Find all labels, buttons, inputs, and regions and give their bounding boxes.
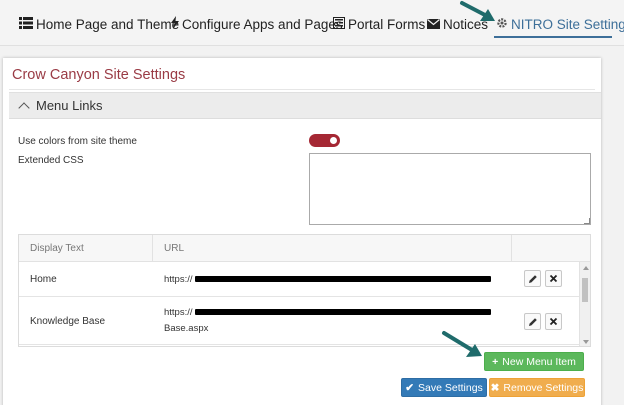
- tab-portal-forms[interactable]: Portal Forms: [333, 14, 425, 34]
- button-label: Remove Settings: [503, 381, 584, 394]
- button-label: New Menu Item: [502, 355, 576, 368]
- toggle-knob: [330, 137, 337, 144]
- list-icon: [19, 16, 33, 32]
- close-icon: ✖: [490, 381, 500, 394]
- tab-label: Portal Forms: [348, 16, 426, 32]
- row-url-continuation: Base.aspx: [164, 323, 209, 334]
- tab-home-page-and-theme[interactable]: Home Page and Theme: [19, 14, 179, 34]
- table-header: Display Text URL: [19, 235, 590, 262]
- row-url: https://: [164, 307, 491, 318]
- table-row: Home https://: [19, 262, 579, 297]
- resize-grip-icon[interactable]: [584, 218, 590, 224]
- pencil-icon: [528, 317, 537, 326]
- tab-label: Home Page and Theme: [36, 16, 180, 32]
- chevron-up-icon: [18, 101, 30, 114]
- button-label: Save Settings: [418, 381, 483, 394]
- panel-title: Crow Canyon Site Settings: [12, 67, 186, 83]
- row-display-text: Home: [30, 274, 57, 285]
- tab-nitro-site-settings[interactable]: NITRO Site Settings: [496, 14, 624, 34]
- row-url-text: https://: [164, 307, 193, 318]
- tab-label: NITRO Site Settings: [511, 16, 624, 32]
- active-tab-underline: [494, 36, 612, 38]
- edit-button[interactable]: [524, 313, 541, 330]
- column-divider: [152, 235, 153, 262]
- table-row: Knowledge Base https:// Base.aspx: [19, 297, 579, 345]
- row-url: https://: [164, 274, 491, 285]
- menu-links-section-header[interactable]: Menu Links: [9, 92, 601, 119]
- menu-links-table: Display Text URL Home https:// Knowledge…: [18, 234, 591, 347]
- tab-notices[interactable]: Notices: [427, 14, 488, 34]
- close-icon: [549, 317, 558, 326]
- pencil-icon: [528, 274, 537, 283]
- row-url-text: https://: [164, 274, 193, 285]
- scroll-down-icon[interactable]: [583, 340, 589, 344]
- divider: [9, 89, 595, 90]
- row-display-text: Knowledge Base: [30, 316, 106, 327]
- extended-css-label: Extended CSS: [18, 155, 84, 166]
- scroll-up-icon[interactable]: [583, 266, 589, 270]
- envelope-icon: [427, 17, 440, 32]
- table-scrollbar[interactable]: [579, 262, 590, 346]
- site-settings-panel: Crow Canyon Site Settings Menu Links Use…: [3, 58, 601, 405]
- form-icon: [333, 16, 345, 32]
- edit-button[interactable]: [524, 270, 541, 287]
- tab-label: Configure Apps and Pages: [182, 16, 343, 32]
- scroll-thumb[interactable]: [582, 278, 588, 302]
- use-colors-toggle[interactable]: [309, 134, 340, 147]
- new-menu-item-button[interactable]: + New Menu Item: [484, 352, 584, 371]
- close-icon: [549, 274, 558, 283]
- plus-icon: +: [492, 355, 499, 368]
- gear-icon: [496, 17, 508, 32]
- delete-button[interactable]: [545, 313, 562, 330]
- column-header-display-text: Display Text: [30, 243, 84, 254]
- delete-button[interactable]: [545, 270, 562, 287]
- top-nav: Home Page and Theme Configure Apps and P…: [0, 0, 624, 46]
- use-colors-label: Use colors from site theme: [18, 136, 137, 147]
- remove-settings-button[interactable]: ✖ Remove Settings: [489, 378, 585, 397]
- redaction-bar: [194, 309, 491, 316]
- save-settings-button[interactable]: ✔ Save Settings: [401, 378, 487, 397]
- column-header-url: URL: [164, 243, 185, 254]
- tab-label: Notices: [443, 16, 489, 32]
- redaction-bar: [194, 276, 491, 283]
- section-title: Menu Links: [36, 98, 103, 113]
- tab-configure-apps-and-pages[interactable]: Configure Apps and Pages: [171, 14, 343, 34]
- extended-css-textarea[interactable]: [309, 153, 591, 225]
- column-divider: [511, 235, 512, 262]
- checkmark-icon: ✔: [405, 381, 414, 394]
- bolt-icon: [171, 16, 179, 32]
